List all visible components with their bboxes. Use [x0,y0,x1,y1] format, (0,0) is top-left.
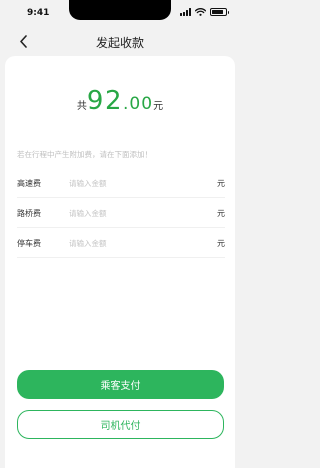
surcharge-hint: 若在行程中产生附加费，请在下面添加！ [17,150,152,159]
device-notch [69,0,171,20]
passenger-pay-button[interactable]: 乘客支付 [17,370,224,399]
signal-icon [180,8,191,16]
fee-label: 高速费 [17,179,41,188]
bridge-fee-input[interactable] [69,203,215,224]
status-bar: 9:41 [0,0,240,26]
driver-pay-button[interactable]: 司机代付 [17,410,224,439]
status-icons [180,8,229,16]
page-title: 发起收款 [95,36,144,50]
status-time: 9:41 [27,8,50,18]
total-amount: 共92.00元 [5,86,235,116]
wifi-icon [195,8,206,16]
battery-icon [210,8,229,16]
fee-unit: 元 [217,209,225,218]
nav-bar: 发起收款 [0,26,240,56]
total-unit: 元 [153,101,164,112]
fee-row-bridge: 路桥费 元 [17,200,225,228]
fee-row-parking: 停车费 元 [17,230,225,258]
fee-unit: 元 [217,239,225,248]
total-amount-decimal: .00 [123,94,154,114]
total-amount-integer: 92 [86,86,124,116]
fee-row-highway: 高速费 元 [17,170,225,198]
fee-unit: 元 [217,179,225,188]
parking-fee-input[interactable] [69,233,215,254]
fee-label: 停车费 [17,239,41,248]
highway-fee-input[interactable] [69,173,215,194]
fee-label: 路桥费 [17,209,41,218]
content-card: 共92.00元 若在行程中产生附加费，请在下面添加！ 高速费 元 路桥费 元 停… [5,56,235,468]
total-prefix: 共 [76,101,87,112]
